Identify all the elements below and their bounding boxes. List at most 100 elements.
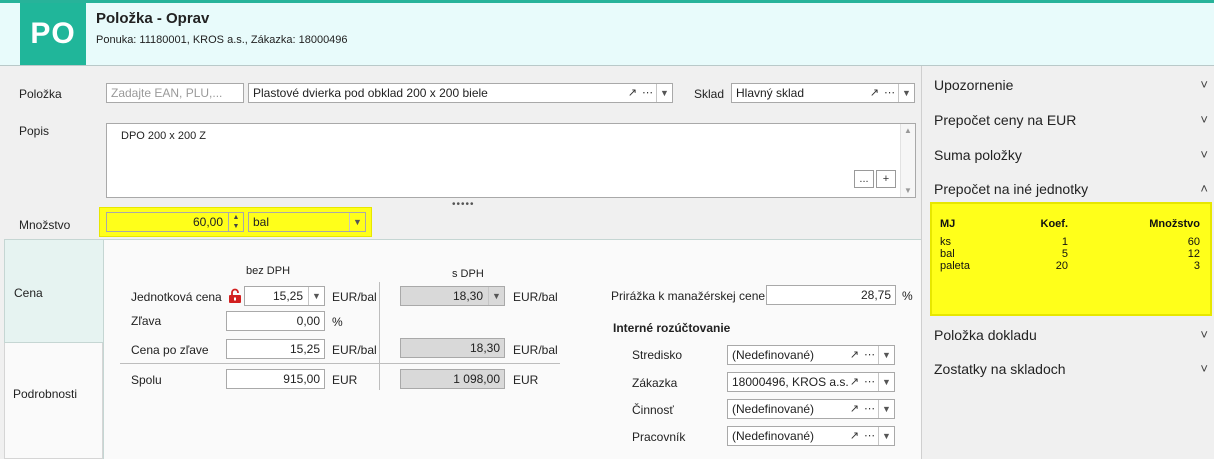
chevron-down-icon[interactable]: ▼ [878, 400, 894, 418]
s-dph-header: s DPH [452, 268, 484, 280]
chevron-down-icon[interactable]: ▼ [878, 427, 894, 445]
chevron-down-icon[interactable]: ▼ [898, 84, 914, 102]
unit-value: bal [253, 215, 270, 229]
mnozstvo-input[interactable]: 60,00 ▲ ▼ [106, 212, 244, 232]
stredisko-value: (Nedefinované) [732, 348, 815, 362]
right-panel: Upozornenie ˅ Prepočet ceny na EUR ˅ Sum… [921, 66, 1214, 459]
product-value: Plastové dvierka pod obklad 200 x 200 bi… [253, 86, 488, 100]
popis-value: DPO 200 x 200 Z [121, 130, 206, 142]
popis-textarea[interactable]: DPO 200 x 200 Z ▲ ▼ [106, 123, 916, 198]
ean-input[interactable]: Zadajte EAN, PLU,... [106, 83, 244, 103]
section-suma-polozky[interactable]: Suma položky ˅ [934, 147, 1208, 167]
lock-icon[interactable] [228, 288, 242, 304]
section-suma-polozky-label: Suma položky [934, 147, 1022, 163]
spolu-s-dph-input[interactable]: 1 098,00 [400, 369, 505, 389]
units-row-paleta-mnozstvo: 3 [1193, 260, 1200, 272]
chevron-down-icon[interactable]: ˅ [1200, 361, 1208, 376]
mnozstvo-label: Množstvo [19, 218, 71, 232]
units-row-paleta-koef: 20 [1055, 260, 1068, 272]
zakazka-value: 18000496, KROS a.s. [732, 375, 849, 389]
stredisko-combo[interactable]: (Nedefinované) ↗ ⋯ ▼ [727, 345, 895, 365]
unit-combo[interactable]: bal ▼ [248, 212, 366, 232]
units-table: MJ Koef. Množstvo ks 1 60 bal 5 12 palet… [930, 202, 1212, 316]
chevron-down-icon[interactable]: ˅ [1200, 147, 1208, 162]
pracovnik-value: (Nedefinované) [732, 429, 815, 443]
section-polozka-dokladu-label: Položka dokladu [934, 327, 1037, 343]
chevron-down-icon[interactable]: ˅ [1200, 112, 1208, 127]
tab-cena[interactable]: Cena [4, 239, 103, 343]
spolu-s-dph-unit: EUR [513, 373, 539, 387]
zakazka-combo[interactable]: 18000496, KROS a.s. ↗ ⋯ ▼ [727, 372, 895, 392]
sum-divider [120, 363, 560, 364]
chevron-down-icon[interactable]: ▼ [349, 213, 365, 231]
section-prepocet-jednotky[interactable]: Prepočet na iné jednotky ˄ [934, 181, 1208, 201]
section-zostatky-label: Zostatky na skladoch [934, 361, 1066, 377]
quantity-stepper[interactable]: ▲ ▼ [228, 213, 243, 231]
prirazka-label: Prirážka k manažérskej cene [611, 289, 766, 303]
popis-add-button[interactable]: + [876, 170, 896, 188]
tab-cena-label: Cena [14, 286, 43, 300]
bez-dph-header: bez DPH [246, 265, 291, 277]
open-ellipsis-icon[interactable]: ↗ ⋯ [628, 84, 654, 102]
section-zostatky[interactable]: Zostatky na skladoch ˅ [934, 361, 1208, 381]
jednotkova-s-dph-input[interactable]: 18,30 ▼ [400, 286, 505, 306]
units-row-ks-mj: ks [940, 236, 951, 248]
page-subtitle: Ponuka: 11180001, KROS a.s., Zákazka: 18… [96, 34, 348, 46]
units-row-paleta-mj: paleta [940, 260, 970, 272]
chevron-down-icon[interactable]: ▼ [308, 287, 324, 305]
chevron-down-icon[interactable]: ▼ [878, 373, 894, 391]
po-zlave-input[interactable]: 15,25 [226, 339, 325, 359]
open-ellipsis-icon[interactable]: ↗ ⋯ [850, 427, 876, 445]
jednotkova-s-dph-unit: EUR/bal [513, 290, 558, 304]
section-upozornenie[interactable]: Upozornenie ˅ [934, 77, 1208, 97]
section-prepocet-jednotky-label: Prepočet na iné jednotky [934, 181, 1089, 197]
po-zlave-s-dph-input[interactable]: 18,30 [400, 338, 505, 358]
header: PO Položka - Oprav Ponuka: 11180001, KRO… [0, 0, 1214, 65]
open-ellipsis-icon[interactable]: ↗ ⋯ [870, 84, 896, 102]
units-row-bal-mj: bal [940, 248, 955, 260]
spolu-input[interactable]: 915,00 [226, 369, 325, 389]
units-row-ks-koef: 1 [1061, 236, 1068, 248]
open-ellipsis-icon[interactable]: ↗ ⋯ [850, 400, 876, 418]
section-upozornenie-label: Upozornenie [934, 77, 1014, 93]
chevron-up-icon[interactable]: ˄ [1200, 181, 1208, 196]
section-prepocet-eur[interactable]: Prepočet ceny na EUR ˅ [934, 112, 1208, 132]
cinnost-combo[interactable]: (Nedefinované) ↗ ⋯ ▼ [727, 399, 895, 419]
po-zlave-s-dph-unit: EUR/bal [513, 343, 558, 357]
open-ellipsis-icon[interactable]: ↗ ⋯ [850, 373, 876, 391]
zlava-input[interactable]: 0,00 [226, 311, 325, 331]
zlava-unit: % [332, 315, 343, 329]
sklad-value: Hlavný sklad [736, 86, 805, 100]
prirazka-unit: % [902, 289, 913, 303]
units-row-bal-koef: 5 [1061, 248, 1068, 260]
units-row-ks-mnozstvo: 60 [1187, 236, 1200, 248]
chevron-down-icon[interactable]: ▼ [656, 84, 672, 102]
prirazka-input[interactable]: 28,75 [766, 285, 896, 305]
product-combo[interactable]: Plastové dvierka pod obklad 200 x 200 bi… [248, 83, 673, 103]
chevron-down-icon[interactable]: ▼ [488, 287, 504, 305]
page-title: Položka - Oprav [96, 10, 210, 27]
section-polozka-dokladu[interactable]: Položka dokladu ˅ [934, 327, 1208, 347]
spolu-label: Spolu [131, 373, 162, 387]
pracovnik-combo[interactable]: (Nedefinované) ↗ ⋯ ▼ [727, 426, 895, 446]
open-ellipsis-icon[interactable]: ↗ ⋯ [850, 346, 876, 364]
jednotkova-cena-input[interactable]: 15,25 ▼ [244, 286, 325, 306]
column-divider [379, 282, 380, 390]
chevron-down-icon[interactable]: ˅ [1200, 327, 1208, 342]
scroll-up-icon[interactable]: ▲ [904, 126, 912, 135]
mnozstvo-value: 60,00 [192, 215, 223, 229]
scroll-down-icon[interactable]: ▼ [904, 186, 912, 195]
polozka-label: Položka [19, 87, 62, 101]
jednotkova-s-dph-value: 18,30 [452, 289, 483, 303]
stredisko-label: Stredisko [632, 348, 683, 362]
resize-grip-icon[interactable]: ••••• [452, 199, 475, 210]
popis-more-button[interactable]: ... [854, 170, 874, 188]
cinnost-label: Činnosť [632, 403, 674, 417]
tab-podrobnosti[interactable]: Podrobnosti [4, 343, 103, 459]
cinnost-value: (Nedefinované) [732, 402, 815, 416]
sklad-combo[interactable]: Hlavný sklad ↗ ⋯ ▼ [731, 83, 915, 103]
units-header-mj: MJ [940, 218, 956, 230]
popis-scrollbar[interactable]: ▲ ▼ [900, 124, 915, 197]
chevron-down-icon[interactable]: ▼ [878, 346, 894, 364]
chevron-down-icon[interactable]: ˅ [1200, 77, 1208, 92]
